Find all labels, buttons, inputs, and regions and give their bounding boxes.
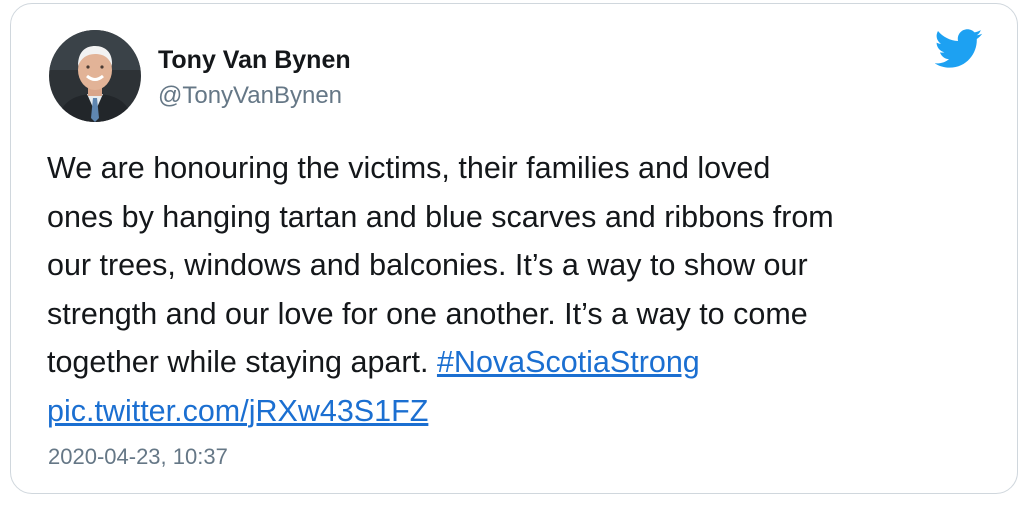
tweet-text-line: strength and our love for one another. I…: [47, 296, 808, 331]
tweet-text: We are honouring the victims, their fami…: [47, 144, 997, 435]
tweet-card: Tony Van Bynen @TonyVanBynen We are hono…: [10, 3, 1018, 494]
hashtag-link[interactable]: #NovaScotiaStrong: [437, 345, 700, 379]
media-link[interactable]: pic.twitter.com/jRXw43S1FZ: [47, 394, 428, 428]
tweet-text-line: We are honouring the victims, their fami…: [47, 151, 771, 185]
tweet-timestamp[interactable]: 2020-04-23, 10:37: [48, 444, 228, 470]
avatar[interactable]: [49, 30, 141, 122]
author-handle[interactable]: @TonyVanBynen: [158, 82, 342, 110]
tweet-text-line: ones by hanging tartan and blue scarves …: [47, 199, 834, 234]
author-name[interactable]: Tony Van Bynen: [158, 46, 351, 75]
tweet-text-line: our trees, windows and balconies. It’s a…: [47, 248, 808, 282]
tweet-text-fragment: together while staying apart.: [47, 345, 437, 379]
media-link-line: pic.twitter.com/jRXw43S1FZ: [47, 387, 997, 436]
twitter-bird-icon[interactable]: [934, 29, 983, 69]
tweet-text-line: together while staying apart. #NovaScoti…: [47, 338, 997, 387]
